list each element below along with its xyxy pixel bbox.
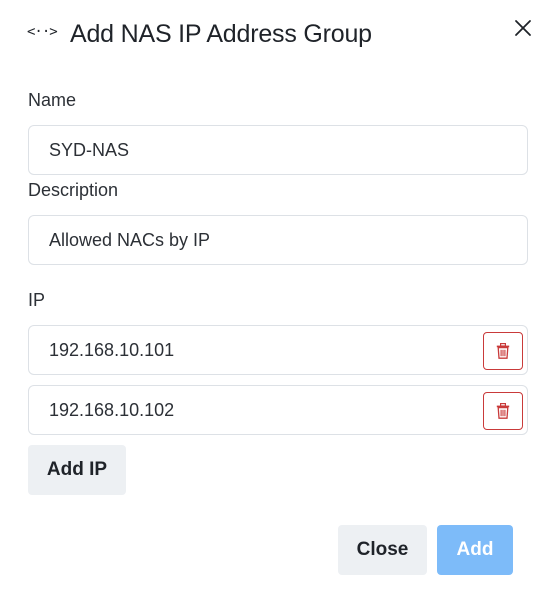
ip-input[interactable] <box>49 326 489 374</box>
ip-entry-row[interactable] <box>28 385 528 435</box>
ip-entry-row[interactable] <box>28 325 528 375</box>
description-input[interactable] <box>49 216 489 264</box>
arrows-horizontal-icon: <··> <box>27 24 58 40</box>
close-icon[interactable] <box>512 17 534 39</box>
ip-label: IP <box>28 290 46 310</box>
add-ip-button[interactable]: Add IP <box>28 445 126 495</box>
add-nas-ip-group-dialog: <··> Add NAS IP Address Group Name Descr… <box>0 0 556 592</box>
ip-input[interactable] <box>49 386 489 434</box>
trash-icon <box>496 343 510 359</box>
trash-icon <box>496 403 510 419</box>
name-field[interactable] <box>28 125 528 175</box>
name-input[interactable] <box>49 126 489 174</box>
dialog-title: Add NAS IP Address Group <box>70 20 372 48</box>
delete-ip-button[interactable] <box>483 392 523 430</box>
description-label: Description <box>28 180 119 200</box>
name-label: Name <box>28 90 77 110</box>
delete-ip-button[interactable] <box>483 332 523 370</box>
description-field[interactable] <box>28 215 528 265</box>
add-button[interactable]: Add <box>437 525 513 575</box>
close-button[interactable]: Close <box>338 525 427 575</box>
